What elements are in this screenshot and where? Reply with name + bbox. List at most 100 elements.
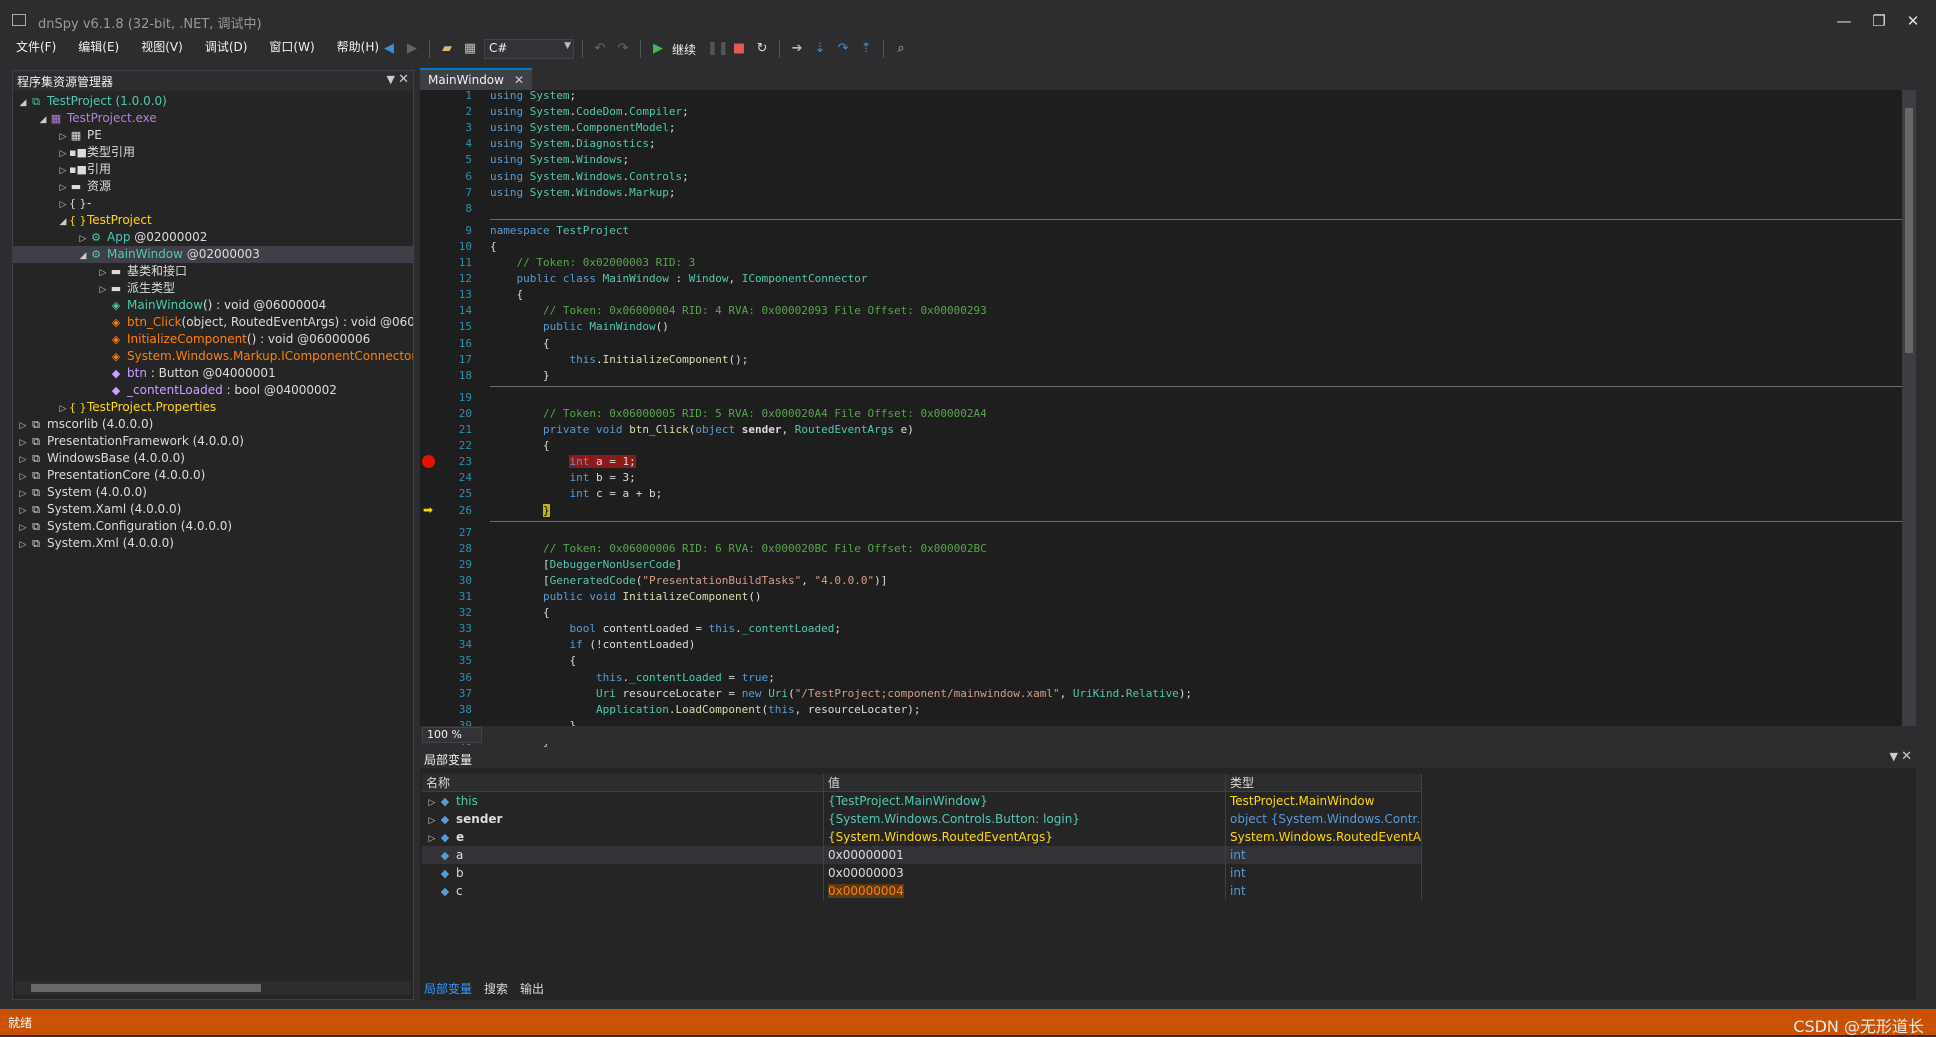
close-button[interactable]: ✕: [1904, 12, 1922, 30]
expand-arrow-icon[interactable]: ▷: [57, 163, 69, 178]
tree-item[interactable]: ▷ ⚙ App @02000002: [13, 229, 413, 246]
panel-close-icon[interactable]: ✕: [1901, 749, 1912, 764]
scrollbar-thumb[interactable]: [1905, 108, 1913, 353]
tree-item[interactable]: ◈ MainWindow() : void @06000004: [13, 297, 413, 314]
stop-icon[interactable]: ■: [730, 40, 748, 58]
tree-item[interactable]: ▷ ▬ 资源: [13, 178, 413, 195]
tree-item[interactable]: ▷ ⧉ System.Xaml (4.0.0.0): [13, 501, 413, 518]
expand-arrow-icon[interactable]: ▷: [57, 129, 69, 144]
tree-item[interactable]: ▷ ▪■引用: [13, 161, 413, 178]
nav-back-icon[interactable]: ◀: [380, 40, 398, 58]
local-value[interactable]: 0x00000001: [824, 846, 1226, 864]
vertical-scrollbar[interactable]: [1902, 90, 1916, 726]
tab-output[interactable]: 输出: [520, 980, 544, 998]
locals-row[interactable]: ▷ ◆ sender {System.Windows.Controls.Button:…: [422, 810, 1422, 828]
expand-arrow-icon[interactable]: ◢: [57, 214, 69, 229]
horizontal-scrollbar[interactable]: [15, 981, 411, 995]
tab-search[interactable]: 搜索: [484, 980, 508, 998]
tree-item[interactable]: ▷ ⧉ PresentationFramework (4.0.0.0): [13, 433, 413, 450]
open-folder-icon[interactable]: ▰: [438, 40, 456, 58]
minimize-button[interactable]: —: [1835, 12, 1853, 30]
locals-row[interactable]: ◆ b 0x00000003 int: [422, 864, 1422, 882]
zoom-select[interactable]: 100 %: [422, 727, 482, 743]
restore-button[interactable]: ❐: [1870, 12, 1888, 30]
tree-item[interactable]: ▷{ }-: [13, 195, 413, 212]
tree-item[interactable]: ▷ ▬ 派生类型: [13, 280, 413, 297]
tree-item[interactable]: ◢{ }TestProject: [13, 212, 413, 229]
expand-arrow-icon[interactable]: ▷: [17, 486, 29, 501]
local-value[interactable]: 0x00000004: [824, 882, 1226, 900]
assembly-tree[interactable]: ◢ ⧉ TestProject (1.0.0.0) ◢ ▦ TestProject.exe…: [13, 91, 413, 552]
continue-icon[interactable]: ▶: [649, 40, 667, 58]
panel-menu-icon[interactable]: ▼: [1890, 750, 1898, 763]
tree-item[interactable]: ◈ InitializeComponent() : void @06000006: [13, 331, 413, 348]
tree-item[interactable]: ▷ ▪■类型引用: [13, 144, 413, 161]
step-over-icon[interactable]: ↷: [834, 40, 852, 58]
tree-item[interactable]: ◢ ⚙ MainWindow @02000003: [13, 246, 413, 263]
local-value[interactable]: {System.Windows.RoutedEventArgs}: [824, 828, 1226, 846]
expand-arrow-icon[interactable]: ◢: [17, 95, 29, 110]
tree-item[interactable]: ▷ ⧉ System (4.0.0.0): [13, 484, 413, 501]
expand-arrow-icon[interactable]: ▷: [17, 503, 29, 518]
locals-row[interactable]: ▷ ◆ this {TestProject.MainWindow} TestProjec…: [422, 792, 1422, 810]
menu-help[interactable]: 帮助(H): [329, 36, 387, 57]
scrollbar-thumb[interactable]: [31, 984, 261, 992]
expand-arrow-icon[interactable]: ◢: [77, 248, 89, 263]
expand-arrow-icon[interactable]: ▷: [57, 401, 69, 416]
editor-gutter[interactable]: 1 2 3 4 5 6 7 8 9 10 11 12 13 14 15 16 17 18 19 20 21 22 23 24 2…: [420, 89, 478, 786]
pause-icon[interactable]: ❚❚: [707, 40, 729, 58]
nav-forward-icon[interactable]: ▶: [403, 40, 421, 58]
locals-row[interactable]: ▷ ◆ e {System.Windows.RoutedEventArgs} Syste…: [422, 828, 1422, 846]
menu-file[interactable]: 文件(F): [8, 36, 64, 57]
column-header-value[interactable]: 值: [824, 774, 1226, 791]
expand-arrow-icon[interactable]: ▷: [17, 435, 29, 450]
step-into-icon[interactable]: ⇣: [811, 40, 829, 58]
continue-button[interactable]: 继续: [672, 41, 696, 58]
expand-arrow-icon[interactable]: ▷: [17, 469, 29, 484]
show-next-statement-icon[interactable]: ➔: [788, 40, 806, 58]
tree-item[interactable]: ◈ System.Windows.Markup.IComponentConnect…: [13, 348, 413, 365]
locals-row[interactable]: ◆ a 0x00000001 int: [422, 846, 1422, 864]
tree-item[interactable]: ▷ ▬ 基类和接口: [13, 263, 413, 280]
column-header-name[interactable]: 名称: [422, 774, 824, 791]
tree-item[interactable]: ▷ ⧉ System.Xml (4.0.0.0): [13, 535, 413, 552]
tree-item[interactable]: ▷ ▦ PE: [13, 127, 413, 144]
expand-arrow-icon[interactable]: ▷: [77, 231, 89, 246]
code-area[interactable]: using System; using System.CodeDom.Compil…: [490, 89, 1910, 786]
tree-item[interactable]: ◢ ⧉ TestProject (1.0.0.0): [13, 93, 413, 110]
menu-debug[interactable]: 调试(D): [197, 36, 256, 57]
code-editor[interactable]: 1 2 3 4 5 6 7 8 9 10 11 12 13 14 15 16 17 18 19 20 21 22 23 24 2…: [420, 89, 1916, 786]
tab-mainwindow[interactable]: MainWindow ✕: [420, 68, 533, 90]
tab-locals[interactable]: 局部变量: [424, 980, 472, 998]
undo-icon[interactable]: ↶: [591, 40, 609, 58]
expand-arrow-icon[interactable]: ▷: [57, 197, 69, 212]
redo-icon[interactable]: ↷: [614, 40, 632, 58]
tree-item[interactable]: ▷ ⧉ System.Configuration (4.0.0.0): [13, 518, 413, 535]
tree-item[interactable]: ◈ btn_Click(object, RoutedEventArgs) : vo…: [13, 314, 413, 331]
tree-item[interactable]: ▷ ⧉ PresentationCore (4.0.0.0): [13, 467, 413, 484]
expand-arrow-icon[interactable]: ▷: [17, 537, 29, 552]
local-value[interactable]: 0x00000003: [824, 864, 1226, 882]
menu-edit[interactable]: 编辑(E): [70, 36, 127, 57]
step-out-icon[interactable]: ⇡: [857, 40, 875, 58]
local-value[interactable]: {System.Windows.Controls.Button: login}: [824, 810, 1226, 828]
panel-menu-icon[interactable]: ▼: [387, 73, 395, 86]
menu-window[interactable]: 窗口(W): [261, 36, 322, 57]
locals-row[interactable]: ◆ c 0x00000004 int: [422, 882, 1422, 900]
tree-item[interactable]: ▷ ⧉ WindowsBase (4.0.0.0): [13, 450, 413, 467]
local-value[interactable]: {TestProject.MainWindow}: [824, 792, 1226, 810]
expand-arrow-icon[interactable]: ▷: [97, 282, 109, 297]
expand-arrow-icon[interactable]: ▷: [17, 520, 29, 535]
expand-arrow-icon[interactable]: ▷: [57, 180, 69, 195]
expand-arrow-icon[interactable]: ▷: [17, 418, 29, 433]
restart-icon[interactable]: ↻: [753, 40, 771, 58]
panel-close-icon[interactable]: ✕: [398, 72, 409, 87]
tree-item[interactable]: ◆ _contentLoaded : bool @04000002: [13, 382, 413, 399]
expand-arrow-icon[interactable]: ▷: [57, 146, 69, 161]
tree-item[interactable]: ◢ ▦ TestProject.exe: [13, 110, 413, 127]
column-header-type[interactable]: 类型: [1226, 774, 1422, 791]
menu-view[interactable]: 视图(V): [133, 36, 191, 57]
tree-item[interactable]: ▷{ }TestProject.Properties: [13, 399, 413, 416]
search-icon[interactable]: ⌕: [892, 40, 910, 58]
language-select[interactable]: C# ▼: [484, 39, 574, 59]
